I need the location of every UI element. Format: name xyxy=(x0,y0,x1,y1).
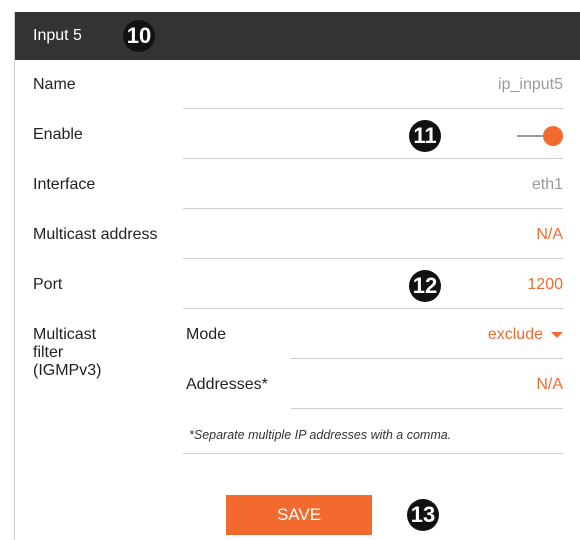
caret-down-icon xyxy=(551,331,563,338)
mode-value: exclude xyxy=(487,326,543,343)
interface-label: Interface xyxy=(33,176,96,193)
panel-title: Input 5 xyxy=(33,27,82,44)
multicast-filter-label-line1: Multicast xyxy=(33,326,97,343)
divider xyxy=(183,108,563,109)
toggle-knob xyxy=(543,126,563,146)
name-value: ip_input5 xyxy=(498,76,563,93)
mode-select[interactable]: exclude xyxy=(488,326,563,344)
enable-toggle[interactable] xyxy=(517,126,563,146)
multicast-address-label: Multicast address xyxy=(33,226,158,243)
divider xyxy=(291,358,563,359)
port-value[interactable]: 1200 xyxy=(527,276,563,294)
multicast-filter-label-line2: filter xyxy=(33,344,64,361)
divider xyxy=(183,158,563,159)
callout-badge-10: 10 xyxy=(123,20,155,52)
name-label: Name xyxy=(33,76,76,93)
multicast-filter-label-line3: (IGMPv3) xyxy=(33,362,102,379)
enable-label: Enable xyxy=(33,126,83,143)
callout-badge-12: 12 xyxy=(409,270,441,302)
addresses-note: *Separate multiple IP addresses with a c… xyxy=(189,428,452,442)
divider xyxy=(183,208,563,209)
save-button[interactable]: SAVE xyxy=(226,495,372,535)
divider xyxy=(183,453,563,454)
addresses-value[interactable]: N/A xyxy=(536,376,563,394)
input-settings-panel: Input 5 10 Name ip_input5 Enable 11 Inte… xyxy=(14,12,580,540)
callout-badge-11: 11 xyxy=(409,120,441,152)
mode-label: Mode xyxy=(186,326,227,343)
multicast-address-value[interactable]: N/A xyxy=(536,226,563,244)
divider xyxy=(291,408,563,409)
divider xyxy=(183,308,563,309)
interface-value: eth1 xyxy=(531,176,563,193)
port-label: Port xyxy=(33,276,63,293)
divider xyxy=(183,258,563,259)
callout-badge-13: 13 xyxy=(407,499,439,531)
panel-header: Input 5 10 xyxy=(15,12,580,60)
addresses-label: Addresses* xyxy=(186,376,268,393)
